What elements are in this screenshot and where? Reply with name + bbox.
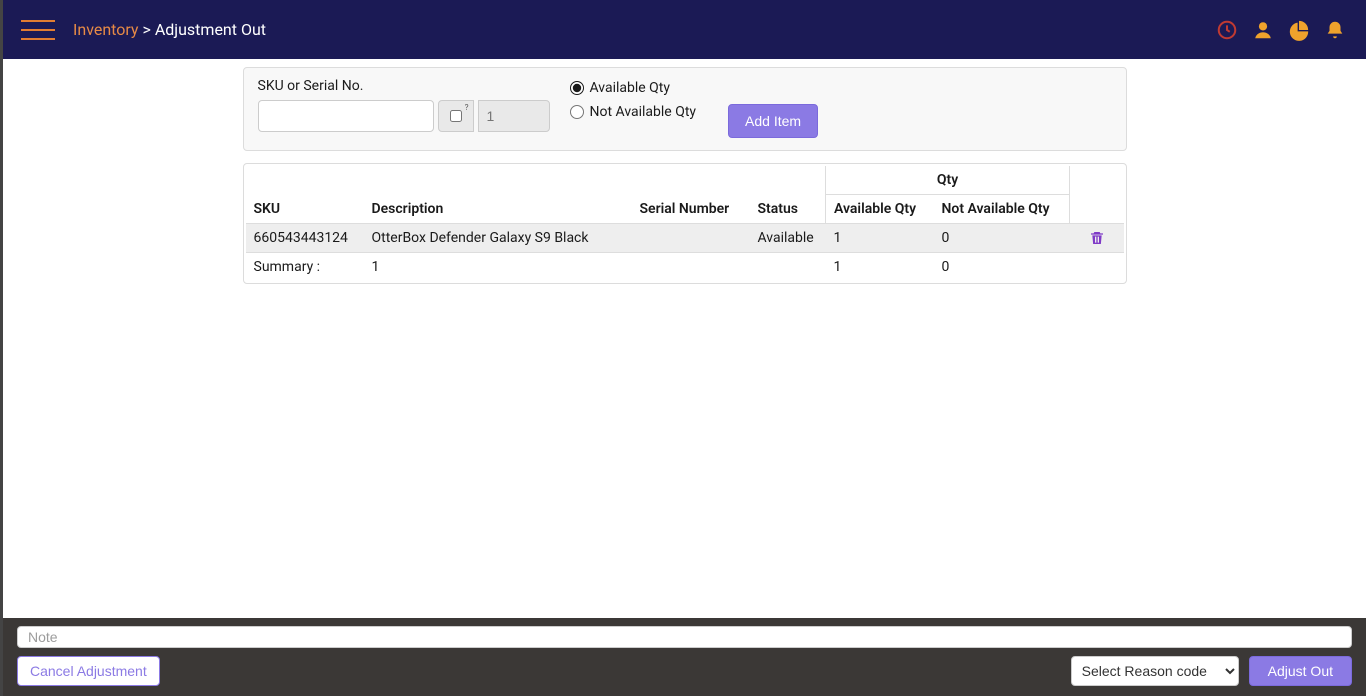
not-available-qty-radio-label: Not Available Qty [570,104,697,120]
navbar-icons [1216,19,1366,41]
summary-label: Summary : [246,253,364,282]
summary-available: 1 [826,253,934,282]
th-description: Description [364,195,632,224]
th-actions [1070,195,1124,224]
sku-input-label: SKU or Serial No. [258,78,550,94]
cell-available-qty: 1 [826,224,934,253]
available-qty-label: Available Qty [590,80,671,96]
qty-type-radio-group: Available Qty Not Available Qty [570,78,697,120]
bell-icon[interactable] [1324,19,1346,41]
filter-card: SKU or Serial No. ? Available Qty [243,67,1127,151]
main-content: SKU or Serial No. ? Available Qty [3,59,1366,618]
table-row: 660543443124 OtterBox Defender Galaxy S9… [246,224,1124,253]
reason-code-select[interactable]: Select Reason code [1071,656,1239,686]
pie-chart-icon[interactable] [1288,19,1310,41]
adjust-out-button[interactable]: Adjust Out [1249,656,1352,686]
qty-input [478,100,550,132]
delete-row-button[interactable] [1078,230,1116,246]
footer-bar: Cancel Adjustment Select Reason code Adj… [3,618,1366,696]
available-qty-radio[interactable] [570,81,584,95]
multi-qty-checkbox-wrap: ? [438,100,474,132]
summary-count: 1 [364,253,632,282]
multi-qty-checkbox[interactable] [450,110,462,122]
not-available-qty-radio[interactable] [570,105,584,119]
not-available-qty-label: Not Available Qty [590,104,697,120]
items-table: Qty SKU Description Serial Number Status… [246,166,1124,281]
cell-status: Available [750,224,826,253]
cell-serial [632,224,750,253]
top-navbar: Inventory > Adjustment Out [3,0,1366,59]
sku-input[interactable] [258,100,434,132]
cell-not-available-qty: 0 [934,224,1070,253]
th-serial: Serial Number [632,195,750,224]
summary-not-available: 0 [934,253,1070,282]
summary-row: Summary : 1 1 0 [246,253,1124,282]
cell-sku: 660543443124 [246,224,364,253]
breadcrumb: Inventory > Adjustment Out [73,20,266,39]
th-not-available-qty: Not Available Qty [934,195,1070,224]
qty-group-header: Qty [826,166,1070,195]
help-icon[interactable]: ? [465,103,469,112]
items-table-card: Qty SKU Description Serial Number Status… [243,163,1127,284]
add-item-button[interactable]: Add Item [728,104,818,138]
available-qty-radio-label: Available Qty [570,80,697,96]
breadcrumb-sep: > [142,20,150,39]
th-status: Status [750,195,826,224]
th-available-qty: Available Qty [826,195,934,224]
breadcrumb-page: Adjustment Out [155,20,266,39]
clock-icon[interactable] [1216,19,1238,41]
th-sku: SKU [246,195,364,224]
breadcrumb-root[interactable]: Inventory [73,20,139,39]
user-icon[interactable] [1252,19,1274,41]
cell-description: OtterBox Defender Galaxy S9 Black [364,224,632,253]
menu-hamburger-icon[interactable] [21,20,55,40]
note-input[interactable] [17,626,1352,648]
cancel-adjustment-button[interactable]: Cancel Adjustment [17,656,160,686]
